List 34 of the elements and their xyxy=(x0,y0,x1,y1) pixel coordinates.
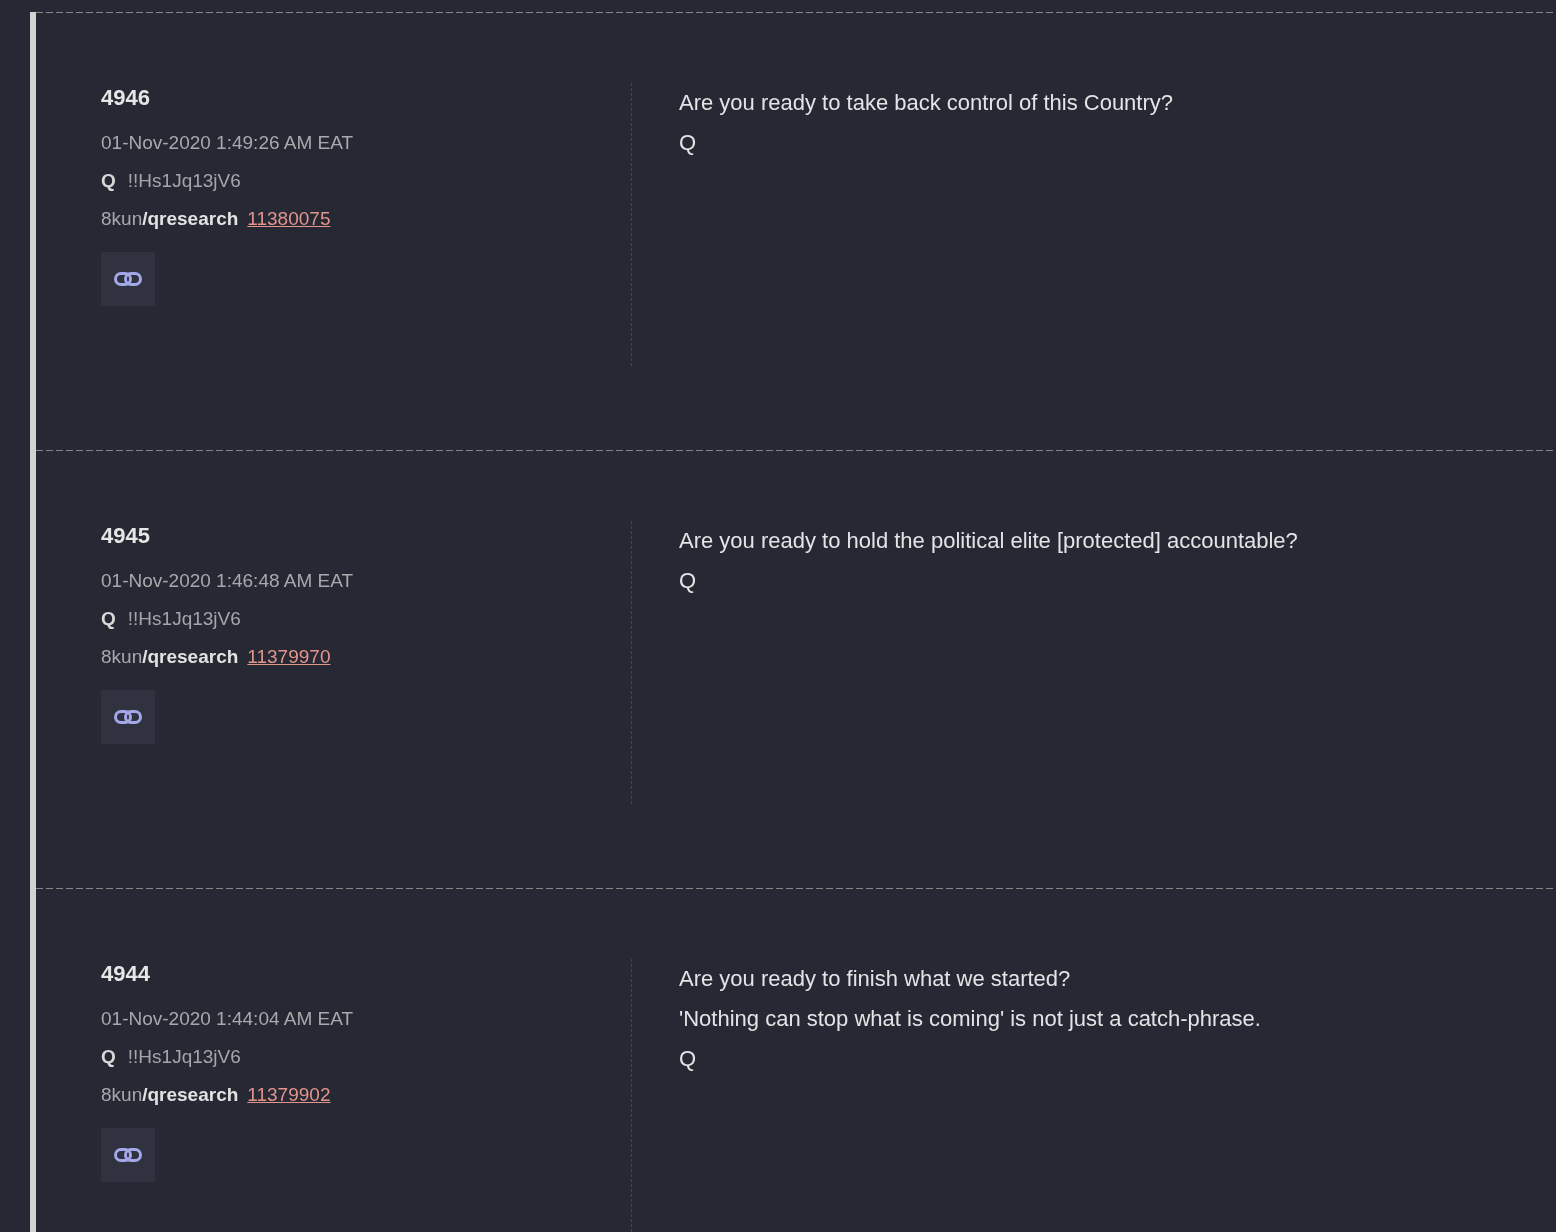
author-name: Q xyxy=(101,607,116,631)
post-timestamp: 01-Nov-2020 1:49:26 AM EAT xyxy=(101,131,354,155)
chain-link-icon xyxy=(114,272,142,286)
board-name: /qresearch xyxy=(142,645,239,669)
post-text: 'Nothing can stop what is coming' is not just a catch-phrase. xyxy=(679,1005,1262,1033)
site-name: 8kun xyxy=(101,645,143,669)
chain-link-icon xyxy=(114,710,142,724)
post-text: Are you ready to take back control of this Country? xyxy=(679,89,1175,117)
post-number: 4946 xyxy=(101,84,150,112)
site-name: 8kun xyxy=(101,207,143,231)
author-name: Q xyxy=(101,1045,116,1069)
tripcode: !!Hs1Jq13jV6 xyxy=(127,169,241,193)
post-text: Are you ready to hold the political elite [protected] accountable? xyxy=(679,527,1299,555)
board-name: /qresearch xyxy=(142,1083,239,1107)
author-name: Q xyxy=(101,169,116,193)
post-text: Are you ready to finish what we started? xyxy=(679,965,1072,993)
link-button[interactable] xyxy=(101,252,155,306)
link-button[interactable] xyxy=(101,1128,155,1182)
chain-link-icon xyxy=(114,1148,142,1162)
post-link[interactable]: 11380075 xyxy=(247,206,331,232)
board-name: /qresearch xyxy=(142,207,239,231)
link-button[interactable] xyxy=(101,690,155,744)
post-link[interactable]: 11379902 xyxy=(247,1082,331,1108)
post-number: 4945 xyxy=(101,522,150,550)
post-text: Q xyxy=(679,567,698,595)
post-text: Q xyxy=(679,129,698,157)
tripcode: !!Hs1Jq13jV6 xyxy=(127,607,241,631)
site-name: 8kun xyxy=(101,1083,143,1107)
tripcode: !!Hs1Jq13jV6 xyxy=(127,1045,241,1069)
post-timestamp: 01-Nov-2020 1:44:04 AM EAT xyxy=(101,1007,354,1031)
post-text: Q xyxy=(679,1045,698,1073)
post-link[interactable]: 11379970 xyxy=(247,644,331,670)
post-timestamp: 01-Nov-2020 1:46:48 AM EAT xyxy=(101,569,354,593)
post-number: 4944 xyxy=(101,960,150,988)
